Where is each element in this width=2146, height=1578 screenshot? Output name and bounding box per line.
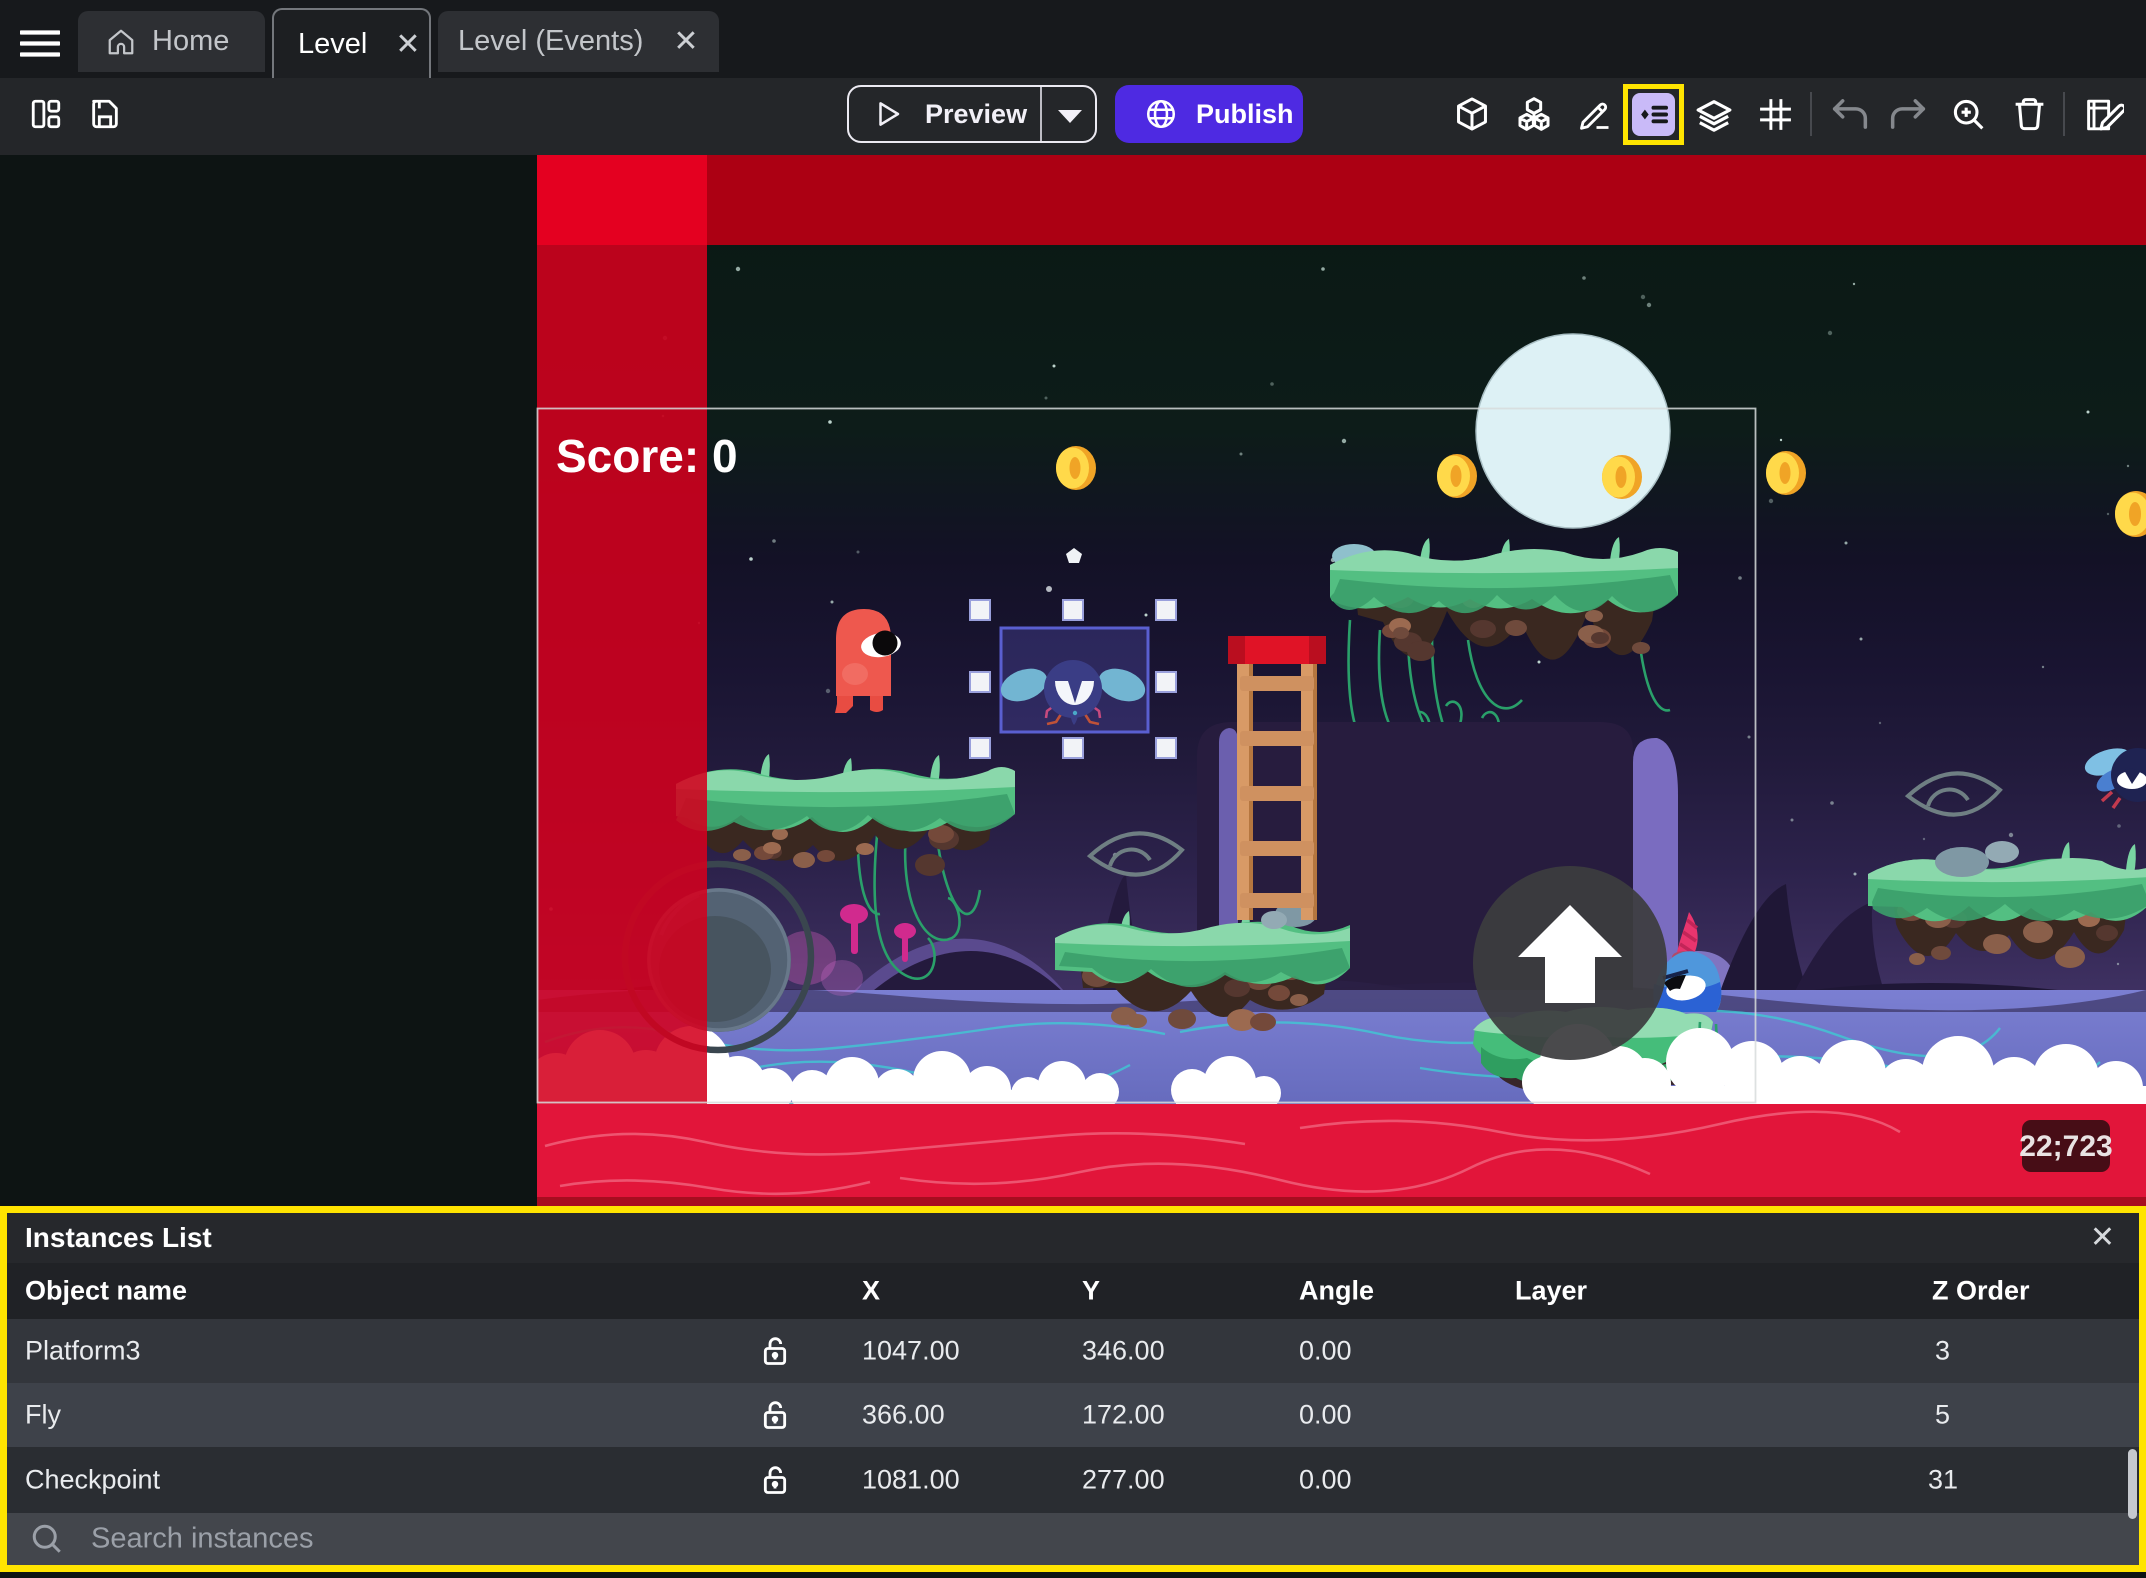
svg-text:Score: 0: Score: 0 xyxy=(556,430,738,482)
svg-text:22;723: 22;723 xyxy=(2019,1130,2112,1163)
